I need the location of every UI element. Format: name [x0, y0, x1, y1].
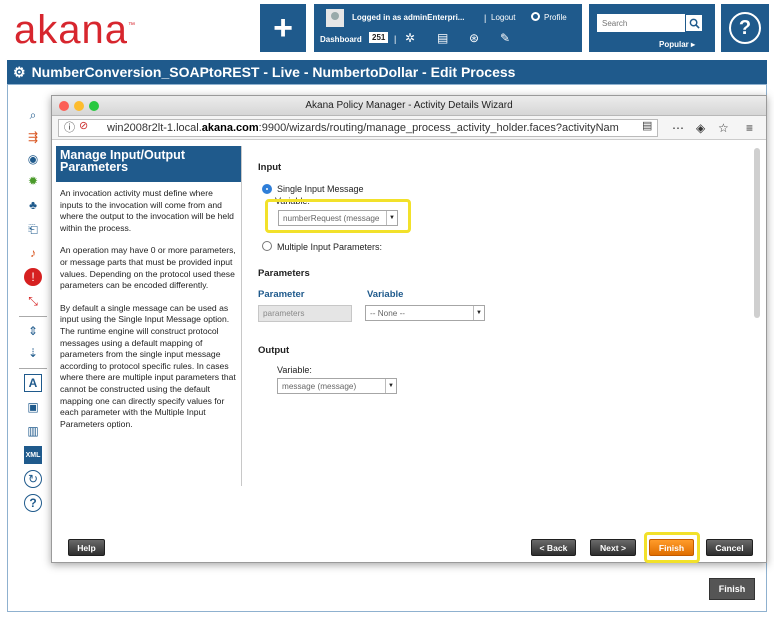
- flow-icon[interactable]: ⇶: [24, 128, 42, 146]
- gear-icon: ⚙: [13, 63, 26, 80]
- text-icon[interactable]: A: [24, 374, 42, 392]
- parameter-column-header: Parameter: [258, 289, 305, 300]
- back-button[interactable]: < Back: [531, 539, 576, 556]
- pocket-icon[interactable]: ◈: [696, 121, 705, 135]
- info-text: An invocation activity must define where…: [60, 188, 238, 441]
- insecure-lock-icon[interactable]: ⊘: [79, 119, 88, 132]
- layout-icon[interactable]: ▤: [437, 31, 448, 45]
- help-info-panel: Manage Input/Output Parameters An invoca…: [56, 146, 242, 486]
- dashboard-count-badge: 251: [369, 32, 389, 43]
- search-button[interactable]: [685, 14, 703, 32]
- wrench-icon[interactable]: ✎: [500, 31, 510, 45]
- search-input[interactable]: [597, 14, 687, 32]
- url-field[interactable]: win2008r2lt-1.local.akana.com:9900/wizar…: [58, 119, 658, 137]
- save-icon[interactable]: ▣: [24, 398, 42, 416]
- single-input-label: Single Input Message: [277, 184, 364, 194]
- collapse-icon[interactable]: ⇣: [24, 344, 42, 362]
- profile-link[interactable]: Profile: [544, 13, 567, 22]
- variable-column-header: Variable: [367, 289, 404, 300]
- help-button[interactable]: Help: [68, 539, 105, 556]
- dialog-title: Akana Policy Manager - Activity Details …: [305, 100, 513, 111]
- tool-rail: ⌕ ⇶ ◉ ✹ ♣ ⎗ ♪ ! ⤡ ⇕ ⇣ A ▣ ▥ XML ↻ ?: [18, 98, 48, 522]
- akana-logo[interactable]: akana™: [14, 8, 136, 53]
- import-icon[interactable]: ⎗: [24, 220, 42, 238]
- bookmark-star-icon[interactable]: ☆: [718, 121, 729, 135]
- chevron-down-icon: ▼: [385, 379, 396, 393]
- browser-toolbar: win2008r2lt-1.local.akana.com:9900/wizar…: [52, 116, 766, 140]
- highlight-box: [265, 199, 411, 233]
- delete-icon[interactable]: ▥: [24, 422, 42, 440]
- chevron-down-icon: ▼: [473, 306, 484, 320]
- expand-icon[interactable]: ⇕: [24, 322, 42, 340]
- search-doc-icon[interactable]: ⌕: [24, 106, 42, 124]
- popular-link[interactable]: Popular ▸: [659, 40, 695, 49]
- help-icon[interactable]: ?: [24, 494, 42, 512]
- search-panel: Popular ▸: [589, 4, 715, 52]
- add-button[interactable]: +: [260, 4, 306, 52]
- network-icon[interactable]: ⊛: [469, 31, 479, 45]
- output-heading: Output: [258, 345, 290, 356]
- menu-icon[interactable]: ≡: [746, 121, 753, 135]
- workflow-icon[interactable]: ✲: [405, 31, 415, 45]
- info-icon[interactable]: ⓘ: [64, 119, 75, 135]
- divider: [19, 368, 47, 369]
- app-root: akana™ + Logged in as adminEnterpri... |…: [0, 0, 774, 619]
- info-paragraph: An operation may have 0 or more paramete…: [60, 245, 236, 291]
- info-paragraph: An invocation activity must define where…: [60, 188, 234, 233]
- output-variable-select[interactable]: message (message) ▼: [277, 378, 397, 394]
- parameter-variable-select[interactable]: -- None -- ▼: [365, 305, 485, 321]
- multiple-input-radio[interactable]: [262, 241, 272, 251]
- xml-icon[interactable]: XML: [24, 446, 42, 464]
- scrollbar[interactable]: [752, 146, 762, 486]
- separator: |: [484, 13, 487, 23]
- info-paragraph: By default a single message can be used …: [60, 302, 236, 429]
- minimize-window-button[interactable]: [74, 101, 84, 111]
- divider: [19, 316, 47, 317]
- script-icon[interactable]: ♪: [24, 244, 42, 262]
- info-heading: Manage Input/Output Parameters: [56, 146, 242, 182]
- separator: |: [394, 34, 397, 44]
- user-avatar: [326, 9, 344, 27]
- settings-icon[interactable]: ✹: [24, 172, 42, 190]
- single-input-radio[interactable]: [262, 184, 272, 194]
- dashboard-link[interactable]: Dashboard: [320, 35, 362, 44]
- parameter-field: parameters: [258, 305, 352, 322]
- panel-divider: [241, 146, 242, 486]
- next-button[interactable]: Next >: [590, 539, 636, 556]
- more-icon[interactable]: ⋯: [672, 121, 684, 135]
- contract-icon[interactable]: ◉: [24, 150, 42, 168]
- cancel-button[interactable]: Cancel: [706, 539, 753, 556]
- output-variable-label: Variable:: [277, 365, 312, 375]
- page-title: NumberConversion_SOAPtoREST - Live - Num…: [31, 64, 516, 80]
- wizard-dialog: Akana Policy Manager - Activity Details …: [51, 95, 767, 563]
- user-panel: Logged in as adminEnterpri... | Logout P…: [314, 4, 582, 52]
- dialog-titlebar: Akana Policy Manager - Activity Details …: [52, 96, 766, 116]
- help-button[interactable]: ?: [729, 12, 761, 44]
- maximize-window-button[interactable]: [89, 101, 99, 111]
- refresh-icon[interactable]: ↻: [24, 470, 42, 488]
- finish-highlight-box: [644, 532, 700, 563]
- resize-icon[interactable]: ⤡: [24, 292, 42, 310]
- hierarchy-icon[interactable]: ♣: [24, 196, 42, 214]
- profile-icon[interactable]: [531, 12, 540, 21]
- logged-in-text: Logged in as adminEnterpri...: [352, 13, 465, 22]
- input-heading: Input: [258, 162, 282, 173]
- page-title-bar: ⚙ NumberConversion_SOAPtoREST - Live - N…: [7, 60, 767, 84]
- help-panel: ?: [721, 4, 769, 52]
- reader-icon[interactable]: ▤: [642, 119, 652, 132]
- scrollbar-thumb[interactable]: [754, 148, 760, 318]
- close-window-button[interactable]: [59, 101, 69, 111]
- search-icon: [689, 18, 700, 29]
- multiple-input-label: Multiple Input Parameters:: [277, 242, 383, 252]
- logout-link[interactable]: Logout: [491, 13, 515, 22]
- outer-finish-button[interactable]: Finish: [709, 578, 755, 600]
- parameters-heading: Parameters: [258, 268, 310, 279]
- alert-icon[interactable]: !: [24, 268, 42, 286]
